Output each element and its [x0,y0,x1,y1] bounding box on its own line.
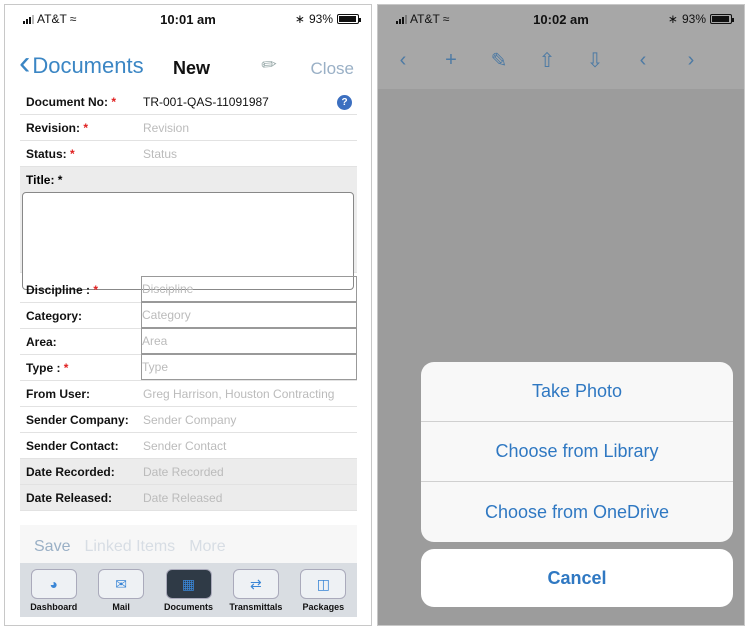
tab-label: Dashboard [30,602,78,612]
status-label: Status: [26,146,67,161]
revision-row: Revision: * Revision [20,115,357,141]
tab-label: Documents [164,602,214,612]
date-recorded-label: Date Recorded: [26,464,115,479]
previous-icon[interactable]: ‹ [632,49,654,72]
sender-company-field[interactable]: Sender Company [141,413,357,427]
required-mark: * [93,282,99,297]
category-label: Category: [26,308,83,323]
help-icon[interactable]: ? [337,95,352,110]
tab-label: Packages [302,602,345,612]
document-form: Document No: * TR-001-QAS-11091987 ? Rev… [20,89,357,511]
category-field[interactable]: Category [141,302,357,328]
document-no-row: Document No: * TR-001-QAS-11091987 ? [20,89,357,115]
area-row: Area: Area [20,328,357,355]
required-mark: * [83,120,89,135]
title-label: Title: [26,173,55,187]
bluetooth-icon: ∗ [667,12,678,26]
sender-contact-row: Sender Contact: Sender Contact [20,433,357,459]
chevron-left-icon: ‹ [19,44,31,82]
sender-contact-label: Sender Contact: [26,438,119,453]
tab-label: Transmittals [229,602,283,612]
back-button[interactable]: ‹ Documents [19,44,144,82]
discipline-row: Discipline : * Discipline [20,276,357,303]
tab-label: Mail [112,602,130,612]
required-mark: * [57,173,63,187]
status-field[interactable]: Status [141,147,357,161]
linked-items-button[interactable]: Linked Items [84,538,175,556]
battery-icon [710,14,734,24]
back-label: Documents [32,53,144,78]
edit-icon[interactable]: ✎ [488,48,510,73]
left-phone-screen: AT&T ≈ 10:01 am ∗ 93% ‹ Documents New ✐ … [4,4,372,626]
document-no-field[interactable]: TR-001-QAS-11091987 [141,95,357,109]
type-row: Type : * Type [20,354,357,381]
required-mark: * [111,94,117,109]
status-row: Status: * Status [20,141,357,167]
sender-contact-field[interactable]: Sender Contact [141,439,357,453]
close-button[interactable]: Close [311,59,354,79]
from-user-label: From User: [26,386,91,401]
attachment-icon[interactable]: ✐ [255,53,280,79]
back-icon[interactable]: ‹ [392,49,414,72]
add-icon[interactable]: + [440,49,462,72]
cancel-button[interactable]: Cancel [421,549,733,607]
type-field[interactable]: Type [141,354,357,380]
right-phone-screen: AT&T ≈ 10:02 am ∗ 93% ‹ + ✎ ⇧ ⇩ ‹ › Take… [377,4,745,626]
date-recorded-field[interactable]: Date Recorded [141,465,357,479]
tab-mail[interactable]: ✉ Mail [87,563,154,617]
status-bar: AT&T ≈ 10:02 am ∗ 93% [378,5,744,31]
revision-label: Revision: [26,120,81,135]
choose-onedrive-button[interactable]: Choose from OneDrive [421,482,733,542]
required-mark: * [70,146,75,161]
document-no-label: Document No: [26,94,108,109]
date-released-field[interactable]: Date Released [141,491,357,505]
save-button[interactable]: Save [34,538,70,556]
status-bar: AT&T ≈ 10:01 am ∗ 93% [5,5,371,31]
area-label: Area: [26,334,57,349]
category-row: Category: Category [20,302,357,329]
nav-bar: ‹ Documents New ✐ Close [5,31,371,89]
document-icon: ▦ [165,569,212,599]
toolbar: ‹ + ✎ ⇧ ⇩ ‹ › [378,31,744,89]
transmittals-icon: ⇄ [232,569,279,599]
date-released-row: Date Released: Date Released [20,485,357,511]
dashboard-icon: ◕ [30,569,77,599]
tab-transmittals[interactable]: ⇄ Transmittals [222,563,289,617]
next-icon[interactable]: › [680,49,702,72]
tab-documents[interactable]: ▦ Documents [155,563,222,617]
from-user-field[interactable]: Greg Harrison, Houston Contracting [141,387,357,401]
revision-field[interactable]: Revision [141,121,357,135]
battery-percent: 93% [681,12,706,26]
bluetooth-icon: ∗ [294,12,305,26]
required-mark: * [63,360,69,375]
discipline-field[interactable]: Discipline [141,276,357,302]
package-icon: ◫ [300,569,347,599]
battery-percent: 93% [308,12,333,26]
share-icon[interactable]: ⇧ [536,48,558,73]
tab-packages[interactable]: ◫ Packages [290,563,357,617]
choose-library-button[interactable]: Choose from Library [421,422,733,482]
title-row: Title: * [20,167,357,290]
discipline-label: Discipline : [26,282,91,297]
date-released-label: Date Released: [26,490,113,505]
tab-bar: ◕ Dashboard ✉ Mail ▦ Documents ⇄ Transmi… [20,563,357,617]
more-button[interactable]: More [189,538,225,556]
take-photo-button[interactable]: Take Photo [421,362,733,422]
sender-company-row: Sender Company: Sender Company [20,407,357,433]
page-title: New [173,58,211,78]
tab-dashboard[interactable]: ◕ Dashboard [20,563,87,617]
from-user-row: From User: Greg Harrison, Houston Contra… [20,381,357,407]
type-label: Type : [26,360,61,375]
battery-icon [337,14,361,24]
area-field[interactable]: Area [141,328,357,354]
date-recorded-row: Date Recorded: Date Recorded [20,459,357,485]
action-sheet: Take Photo Choose from Library Choose fr… [421,362,733,542]
sender-company-label: Sender Company: [26,412,129,427]
download-icon[interactable]: ⇩ [584,48,606,73]
mail-icon: ✉ [98,569,145,599]
